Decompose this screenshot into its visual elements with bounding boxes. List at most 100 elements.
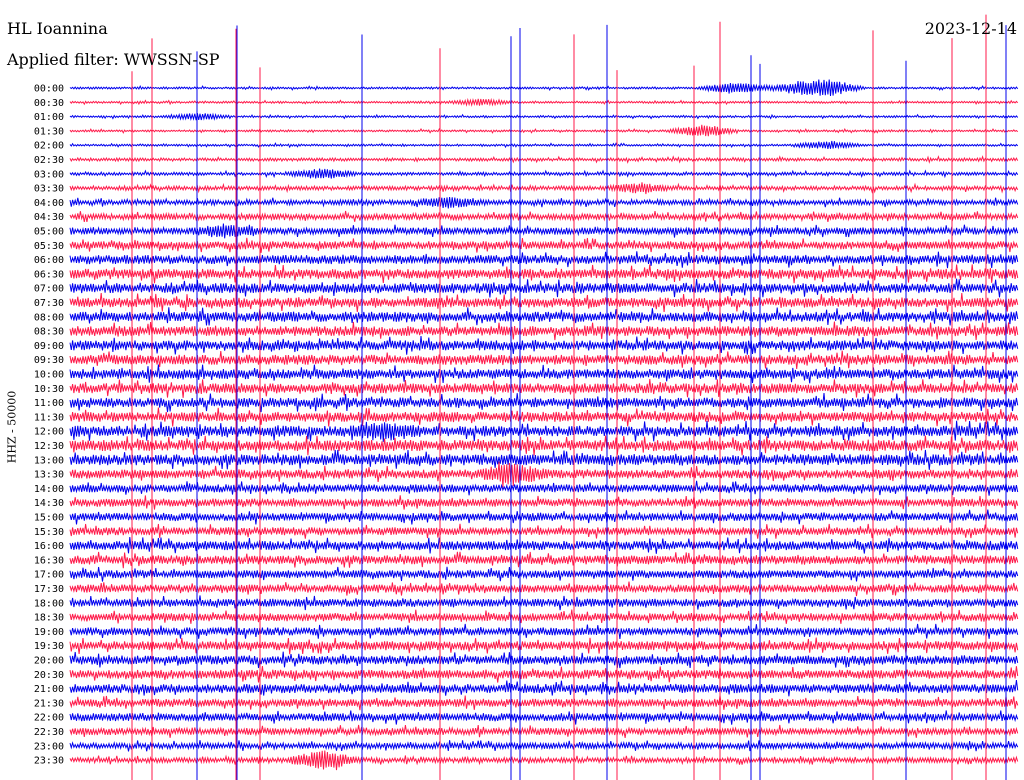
trace-row — [69, 223, 1019, 239]
trace-row — [69, 140, 1019, 150]
trace-row — [69, 97, 1019, 107]
tick-label: 01:00 — [34, 112, 64, 123]
trace-row — [69, 321, 1019, 341]
tick-label: 13:30 — [34, 470, 64, 481]
tick-label: 20:30 — [34, 670, 64, 681]
trace-row — [69, 237, 1019, 253]
trace-row — [69, 407, 1019, 427]
tick-label: 10:00 — [34, 370, 64, 381]
trace-row — [69, 307, 1019, 326]
tick-label: 21:00 — [34, 684, 64, 695]
tick-label: 07:30 — [34, 298, 64, 309]
tick-label: 16:00 — [34, 541, 64, 552]
tick-label: 03:30 — [34, 184, 64, 195]
tick-label: 14:00 — [34, 484, 64, 495]
tick-label: 10:30 — [34, 384, 64, 395]
tick-label: 00:30 — [34, 98, 64, 109]
tick-label: 13:00 — [34, 455, 64, 466]
trace-row — [69, 378, 1019, 398]
tick-label: 04:30 — [34, 212, 64, 223]
trace-row — [69, 264, 1019, 284]
trace-row — [69, 335, 1019, 355]
trace-row — [69, 112, 1019, 121]
tick-label: 05:30 — [34, 241, 64, 252]
trace-row — [69, 196, 1019, 209]
station-title: HL Ioannina — [7, 19, 108, 38]
spike-lines — [131, 14, 1007, 780]
tick-label: 20:00 — [34, 656, 64, 667]
tick-label: 22:00 — [34, 713, 64, 724]
trace-row — [69, 695, 1019, 711]
tick-label: 06:00 — [34, 255, 64, 266]
trace-row — [69, 278, 1019, 298]
tick-label: 06:30 — [34, 269, 64, 280]
trace-row — [69, 79, 1019, 96]
helicorder-chart: 00:00 00:30 01:00 01:30 02:00 02:30 03:00 03:30… — [34, 14, 1019, 780]
date-label: 2023-12-14 — [924, 19, 1017, 38]
trace-row — [69, 595, 1019, 611]
tick-label: 23:30 — [34, 756, 64, 767]
tick-label: 12:00 — [34, 427, 64, 438]
time-tick-labels: 00:00 00:30 01:00 01:30 02:00 02:30 03:00 03:30… — [34, 84, 64, 767]
trace-row — [69, 210, 1019, 223]
trace-row — [69, 750, 1019, 771]
trace-row — [69, 680, 1019, 697]
tick-label: 19:30 — [34, 641, 64, 652]
tick-label: 14:30 — [34, 498, 64, 509]
trace-row — [69, 449, 1019, 470]
trace-row — [69, 666, 1019, 683]
trace-row — [69, 537, 1019, 554]
tick-label: 23:00 — [34, 741, 64, 752]
trace-row — [69, 710, 1019, 725]
tick-label: 15:00 — [34, 513, 64, 524]
tick-label: 18:30 — [34, 613, 64, 624]
tick-label: 11:30 — [34, 412, 64, 423]
trace-row — [69, 523, 1019, 539]
tick-label: 02:00 — [34, 141, 64, 152]
tick-label: 02:30 — [34, 155, 64, 166]
trace-row — [69, 364, 1019, 384]
tick-label: 19:00 — [34, 627, 64, 638]
trace-row — [69, 292, 1019, 313]
trace-row — [69, 168, 1019, 179]
trace-row — [69, 637, 1019, 655]
trace-row — [69, 551, 1019, 569]
trace-row — [69, 182, 1019, 195]
tick-label: 09:30 — [34, 355, 64, 366]
tick-label: 17:30 — [34, 584, 64, 595]
tick-label: 07:00 — [34, 284, 64, 295]
trace-lines — [69, 79, 1019, 771]
trace-row — [69, 566, 1019, 582]
tick-label: 18:00 — [34, 598, 64, 609]
trace-row — [69, 480, 1019, 496]
trace-row — [69, 651, 1019, 669]
filter-label: Applied filter: WWSSN-SP — [7, 50, 220, 69]
tick-label: 22:30 — [34, 727, 64, 738]
tick-label: 01:30 — [34, 126, 64, 137]
tick-label: 03:00 — [34, 169, 64, 180]
trace-row — [69, 461, 1019, 488]
tick-label: 08:30 — [34, 327, 64, 338]
trace-row — [69, 350, 1019, 370]
trace-row — [69, 581, 1019, 597]
tick-label: 00:00 — [34, 84, 64, 95]
trace-row — [69, 393, 1019, 413]
tick-label: 17:00 — [34, 570, 64, 581]
trace-row — [69, 251, 1019, 269]
tick-label: 09:00 — [34, 341, 64, 352]
tick-label: 04:00 — [34, 198, 64, 209]
tick-label: 12:30 — [34, 441, 64, 452]
tick-label: 05:00 — [34, 227, 64, 238]
trace-row — [69, 609, 1019, 624]
trace-row — [69, 155, 1019, 164]
trace-row — [69, 435, 1019, 456]
tick-label: 21:30 — [34, 698, 64, 709]
trace-row — [69, 623, 1019, 639]
tick-label: 08:00 — [34, 312, 64, 323]
trace-row — [69, 740, 1019, 752]
trace-row — [69, 124, 1019, 137]
trace-row — [69, 495, 1019, 510]
tick-label: 11:00 — [34, 398, 64, 409]
tick-label: 16:30 — [34, 555, 64, 566]
tick-label: 15:30 — [34, 527, 64, 538]
